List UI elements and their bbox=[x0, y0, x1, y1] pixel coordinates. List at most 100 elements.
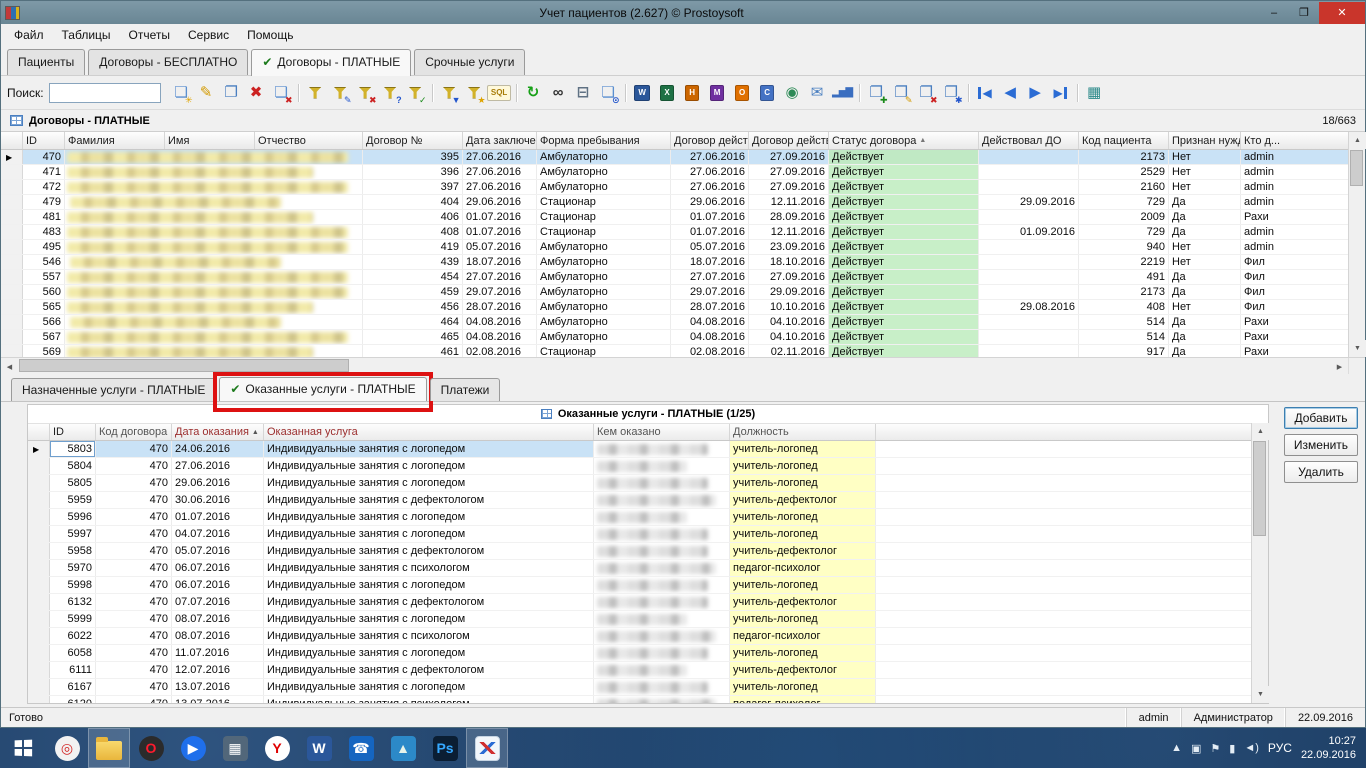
chart-icon[interactable]: ▂▅▇ bbox=[830, 80, 855, 105]
view-delete-icon[interactable]: ❐ ✖ bbox=[914, 80, 939, 105]
preview-icon[interactable]: ❏ ⊙ bbox=[596, 80, 621, 105]
nav-first-icon[interactable]: ◀ bbox=[973, 80, 998, 105]
bottom-tab[interactable]: ✔ Оказанные услуги - ПЛАТНЫЕ bbox=[219, 377, 426, 401]
column-header-who[interactable]: Кто д... bbox=[1241, 132, 1348, 149]
column-header-position[interactable]: Должность bbox=[730, 424, 876, 440]
column-header-acted-until[interactable]: Действовал ДО bbox=[979, 132, 1079, 149]
filter-delete-icon[interactable]: ✖ bbox=[353, 80, 378, 105]
export-csv-icon[interactable]: C bbox=[755, 80, 780, 105]
tray-network-icon[interactable]: ▮ bbox=[1229, 742, 1235, 755]
column-header-valid-from[interactable]: Договор действу... bbox=[671, 132, 749, 149]
column-header-sign-date[interactable]: Дата заключени... bbox=[463, 132, 537, 149]
contract-row[interactable]: 565 456 28.07.2016 Амбулаторно 28.07.201… bbox=[1, 300, 1348, 315]
menu-item[interactable]: Сервис bbox=[179, 25, 238, 45]
column-header-need[interactable]: Признан нуждаю... bbox=[1169, 132, 1241, 149]
filter-question-icon[interactable]: ? bbox=[378, 80, 403, 105]
column-header-contract-code[interactable]: Код договора bbox=[96, 424, 172, 440]
column-header-stay-form[interactable]: Форма пребывания bbox=[537, 132, 671, 149]
print-icon[interactable]: ⊟ bbox=[571, 80, 596, 105]
file-explorer-icon[interactable] bbox=[88, 728, 130, 768]
service-row[interactable]: 6167 470 13.07.2016 Индивидуальные занят… bbox=[28, 679, 1251, 696]
column-header-id[interactable]: ID bbox=[23, 132, 65, 149]
column-header-service[interactable]: Оказанная услуга bbox=[264, 424, 594, 440]
column-header-status[interactable]: Статус договора ▲ bbox=[829, 132, 979, 149]
view-add-icon[interactable]: ❐ ✚ bbox=[864, 80, 889, 105]
search-input[interactable] bbox=[49, 83, 161, 103]
menu-item[interactable]: Файл bbox=[5, 25, 53, 45]
main-tab[interactable]: Договоры - БЕСПЛАТНО bbox=[88, 49, 248, 75]
chart-app-icon[interactable] bbox=[466, 728, 508, 768]
scroll-thumb[interactable] bbox=[1350, 150, 1363, 186]
contract-row[interactable]: 483 408 01.07.2016 Стационар 01.07.2016 … bbox=[1, 225, 1348, 240]
export-word-icon[interactable]: W bbox=[630, 80, 655, 105]
photoshop-icon[interactable]: Ps bbox=[424, 728, 466, 768]
contract-row[interactable]: 566 464 04.08.2016 Амбулаторно 04.08.201… bbox=[1, 315, 1348, 330]
contract-row[interactable]: 481 406 01.07.2016 Стационар 01.07.2016 … bbox=[1, 210, 1348, 225]
refresh-icon[interactable]: ↻ bbox=[521, 80, 546, 105]
add-button[interactable]: Добавить bbox=[1284, 407, 1358, 429]
scroll-up-button[interactable]: ▲ bbox=[1252, 423, 1269, 440]
browser-red-icon[interactable]: ◎ bbox=[46, 728, 88, 768]
media-player-icon[interactable]: ▶ bbox=[172, 728, 214, 768]
find-icon[interactable]: ∞ bbox=[546, 80, 571, 105]
start-button[interactable] bbox=[0, 728, 46, 768]
service-row[interactable]: 5970 470 06.07.2016 Индивидуальные занят… bbox=[28, 560, 1251, 577]
nav-next-icon[interactable]: ▶ bbox=[1023, 80, 1048, 105]
opera-icon[interactable]: O bbox=[130, 728, 172, 768]
language-indicator[interactable]: РУС bbox=[1268, 741, 1292, 755]
export-web-icon[interactable]: ◉ bbox=[780, 80, 805, 105]
nav-last-icon[interactable]: ▶ bbox=[1048, 80, 1073, 105]
services-vscrollbar[interactable]: ▲ ▼ bbox=[1251, 423, 1268, 703]
sql-filter-icon[interactable]: SQL bbox=[487, 80, 512, 105]
edit-button[interactable]: Изменить bbox=[1284, 434, 1358, 456]
bottom-tab[interactable]: Платежи bbox=[430, 378, 501, 401]
contracts-hscrollbar[interactable]: ◀ ▶ bbox=[1, 357, 1365, 374]
column-header-middlename[interactable]: Отчество bbox=[255, 132, 363, 149]
column-header-patient-code[interactable]: Код пациента bbox=[1079, 132, 1169, 149]
export-xml-icon[interactable]: M bbox=[705, 80, 730, 105]
contracts-vscrollbar[interactable]: ▲ ▼ bbox=[1348, 132, 1365, 357]
contract-row[interactable]: 569 461 02.08.2016 Стационар 02.08.2016 … bbox=[1, 345, 1348, 357]
scroll-thumb[interactable] bbox=[19, 359, 349, 372]
contract-row[interactable]: 472 397 27.06.2016 Амбулаторно 27.06.201… bbox=[1, 180, 1348, 195]
add-record-icon[interactable]: ❏ ✳ bbox=[169, 80, 194, 105]
scroll-up-button[interactable]: ▲ bbox=[1349, 132, 1366, 149]
view-edit-icon[interactable]: ❐ ✎ bbox=[889, 80, 914, 105]
tray-volume-icon[interactable]: ◄) bbox=[1244, 742, 1259, 754]
main-tab[interactable]: Пациенты bbox=[7, 49, 85, 75]
column-header-contract-number[interactable]: Договор № bbox=[363, 132, 463, 149]
yandex-browser-icon[interactable]: Y bbox=[256, 728, 298, 768]
tray-app-icon[interactable]: ▣ bbox=[1191, 742, 1201, 755]
filter-star-icon[interactable]: ★ bbox=[462, 80, 487, 105]
column-header-provided-by[interactable]: Кем оказано bbox=[594, 424, 730, 440]
contract-row[interactable]: 470 395 27.06.2016 Амбулаторно 27.06.201… bbox=[1, 150, 1348, 165]
copy-record-icon[interactable]: ❐ bbox=[219, 80, 244, 105]
view-settings-icon[interactable]: ❐ ✱ bbox=[939, 80, 964, 105]
column-header-valid-to[interactable]: Договор действу... bbox=[749, 132, 829, 149]
service-row[interactable]: 5803 470 24.06.2016 Индивидуальные занят… bbox=[28, 441, 1251, 458]
photos-icon[interactable]: ▲ bbox=[382, 728, 424, 768]
export-html-icon[interactable]: H bbox=[680, 80, 705, 105]
contract-row[interactable]: 560 459 29.07.2016 Амбулаторно 29.07.201… bbox=[1, 285, 1348, 300]
service-row[interactable]: 6022 470 08.07.2016 Индивидуальные занят… bbox=[28, 628, 1251, 645]
scroll-thumb[interactable] bbox=[1253, 441, 1266, 536]
column-header-service-date[interactable]: Дата оказания ▲ bbox=[172, 424, 264, 440]
word-icon[interactable]: W bbox=[298, 728, 340, 768]
column-header-id[interactable]: ID bbox=[50, 424, 96, 440]
close-button[interactable]: ✕ bbox=[1319, 2, 1365, 24]
filter-icon[interactable] bbox=[303, 80, 328, 105]
menu-item[interactable]: Таблицы bbox=[53, 25, 120, 45]
filter-check-icon[interactable]: ✓ bbox=[403, 80, 428, 105]
column-header-lastname[interactable]: Фамилия bbox=[65, 132, 165, 149]
filter-edit-icon[interactable]: ✎ bbox=[328, 80, 353, 105]
service-row[interactable]: 5959 470 30.06.2016 Индивидуальные занят… bbox=[28, 492, 1251, 509]
service-row[interactable]: 6111 470 12.07.2016 Индивидуальные занят… bbox=[28, 662, 1251, 679]
service-row[interactable]: 5997 470 04.07.2016 Индивидуальные занят… bbox=[28, 526, 1251, 543]
send-mail-icon[interactable]: ✉ bbox=[805, 80, 830, 105]
main-tab[interactable]: Срочные услуги bbox=[414, 49, 525, 75]
contract-row[interactable]: 567 465 04.08.2016 Амбулаторно 04.08.201… bbox=[1, 330, 1348, 345]
delete-record-icon[interactable]: ✖ bbox=[244, 80, 269, 105]
column-header-firstname[interactable]: Имя bbox=[165, 132, 255, 149]
calculator-icon[interactable]: ▦ bbox=[214, 728, 256, 768]
service-row[interactable]: 5998 470 06.07.2016 Индивидуальные занят… bbox=[28, 577, 1251, 594]
